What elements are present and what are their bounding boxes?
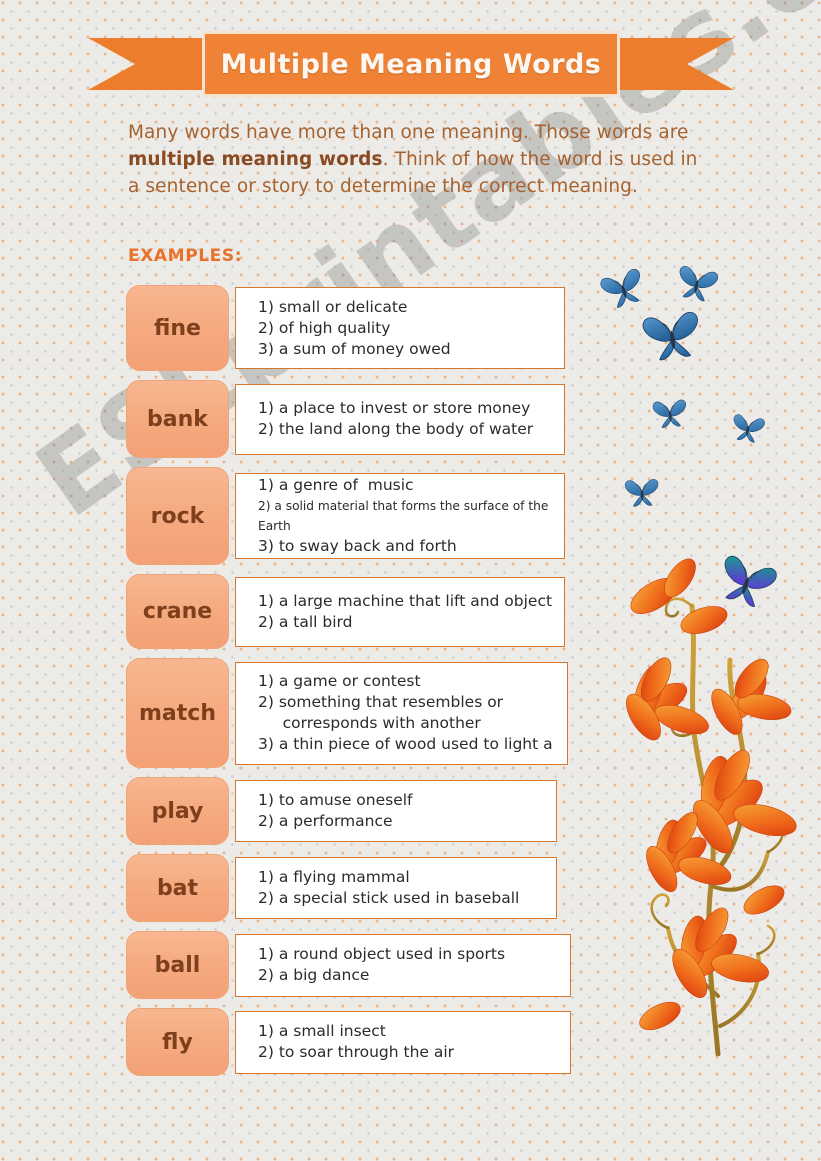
definition-line: 2) a performance: [258, 812, 393, 830]
word-label-box: play: [126, 777, 229, 845]
word-label: ball: [154, 952, 201, 978]
definition-line: 1) a place to invest or store money: [258, 399, 531, 417]
definition-line: 2) a tall bird: [258, 612, 353, 631]
worksheet-page: ESLprintables.com Multiple Meaning Words…: [0, 0, 821, 1161]
word-label: play: [151, 798, 204, 824]
intro-line-3: a sentence or story to determine the cor…: [128, 176, 639, 197]
word-label-box: rock: [126, 467, 229, 565]
example-row: bat 1) a flying mammal 2) a special stick …: [126, 854, 586, 922]
definition-box: 1) a flying mammal 2) a special stick use…: [235, 857, 557, 919]
examples-heading: EXAMPLES:: [128, 246, 243, 266]
definition-line: 2) the land along the body of water: [258, 420, 534, 438]
examples-list: fine 1) small or delicate 2) of high quali…: [126, 285, 586, 1085]
definition-line: 1) a round object used in sports: [258, 945, 506, 963]
definition-line: 2) of high quality: [258, 318, 391, 337]
word-label-box: crane: [126, 574, 229, 649]
word-label: rock: [150, 503, 205, 529]
blue-butterfly-4-icon: [650, 393, 689, 432]
definition-box: 1) a round object used in sports 2) a big…: [235, 933, 571, 997]
word-label-box: bat: [126, 854, 229, 922]
word-label-box: fly: [126, 1008, 229, 1076]
word-label: match: [139, 700, 216, 726]
example-row: play 1) to amuse oneself 2) a performance: [126, 777, 586, 845]
example-row: fine 1) small or delicate 2) of high quali…: [126, 285, 586, 371]
blue-butterfly-3-icon: [638, 301, 706, 369]
definition-line: 2) a big dance: [258, 966, 370, 984]
word-label: bat: [156, 875, 199, 901]
definition-box: 1) a small insect 2) to soar through the …: [235, 1010, 571, 1074]
definition-line: 2) a special stick used in baseball: [258, 889, 520, 907]
definition-line: 2) to soar through the air: [258, 1043, 455, 1061]
definition-box: 1) a place to invest or store money 2) th…: [235, 383, 565, 455]
definition-line: 3) a sum of money owed: [258, 339, 451, 358]
word-label: fly: [162, 1029, 193, 1055]
intro-paragraph: Many words have more than one meaning. T…: [128, 119, 698, 200]
autumn-floral-vine: [626, 558, 797, 1056]
blue-butterfly-2-icon: [672, 258, 722, 308]
definition-line: 3) a thin piece of wood used to light a: [258, 735, 553, 753]
banner-plate: Multiple Meaning Words: [202, 31, 620, 97]
page-title: Multiple Meaning Words: [220, 48, 602, 80]
intro-line-2: . Think of how the word is used in: [382, 149, 698, 170]
teal-purple-butterfly-icon: [710, 544, 783, 617]
definition-box: 1) a game or contest 2) something that re…: [235, 661, 568, 765]
word-label-box: bank: [126, 380, 229, 458]
word-label: crane: [142, 599, 213, 624]
word-label: bank: [147, 406, 208, 432]
blue-butterfly-1-icon: [595, 260, 650, 315]
title-banner: Multiple Meaning Words: [88, 31, 734, 97]
definition-line: 1) a game or contest: [258, 672, 421, 690]
example-row: crane 1) a large machine that lift and ob…: [126, 574, 586, 649]
intro-bold-term: multiple meaning words: [128, 149, 383, 170]
definition-line: 1) a genre of music: [258, 476, 414, 494]
example-row: ball 1) a round object used in sports 2) a…: [126, 931, 586, 999]
definition-box: 1) a large machine that lift and object 2…: [235, 576, 565, 647]
example-row: bank 1) a place to invest or store money 2…: [126, 380, 586, 458]
definition-line: 3) to sway back and forth: [258, 537, 457, 555]
definition-line: 1) to amuse oneself: [258, 791, 413, 809]
definition-line: 1) small or delicate: [258, 297, 408, 316]
definition-line: 1) a small insect: [258, 1022, 386, 1040]
blue-butterfly-5-icon: [728, 408, 767, 447]
intro-line-1: Many words have more than one meaning. T…: [128, 122, 689, 143]
definition-line: 2) a solid material that forms the surfa…: [258, 499, 553, 533]
word-label-box: match: [126, 658, 229, 768]
example-row: rock 1) a genre of music 2) a solid materi…: [126, 467, 586, 565]
blue-butterfly-6-icon: [623, 473, 661, 511]
definition-box: 1) a genre of music 2) a solid material t…: [235, 473, 565, 559]
definition-line: 1) a flying mammal: [258, 868, 410, 886]
word-label-box: fine: [126, 285, 229, 371]
example-row: match 1) a game or contest 2) something th…: [126, 658, 586, 768]
example-row: fly 1) a small insect 2) to soar through t…: [126, 1008, 586, 1076]
definition-line: 2) something that resembles or correspon…: [258, 693, 504, 732]
word-label-box: ball: [126, 931, 229, 999]
word-label: fine: [154, 315, 201, 341]
definition-box: 1) to amuse oneself 2) a performance: [235, 780, 557, 842]
definition-line: 1) a large machine that lift and object: [258, 591, 553, 610]
definition-box: 1) small or delicate 2) of high quality 3)…: [235, 287, 565, 369]
